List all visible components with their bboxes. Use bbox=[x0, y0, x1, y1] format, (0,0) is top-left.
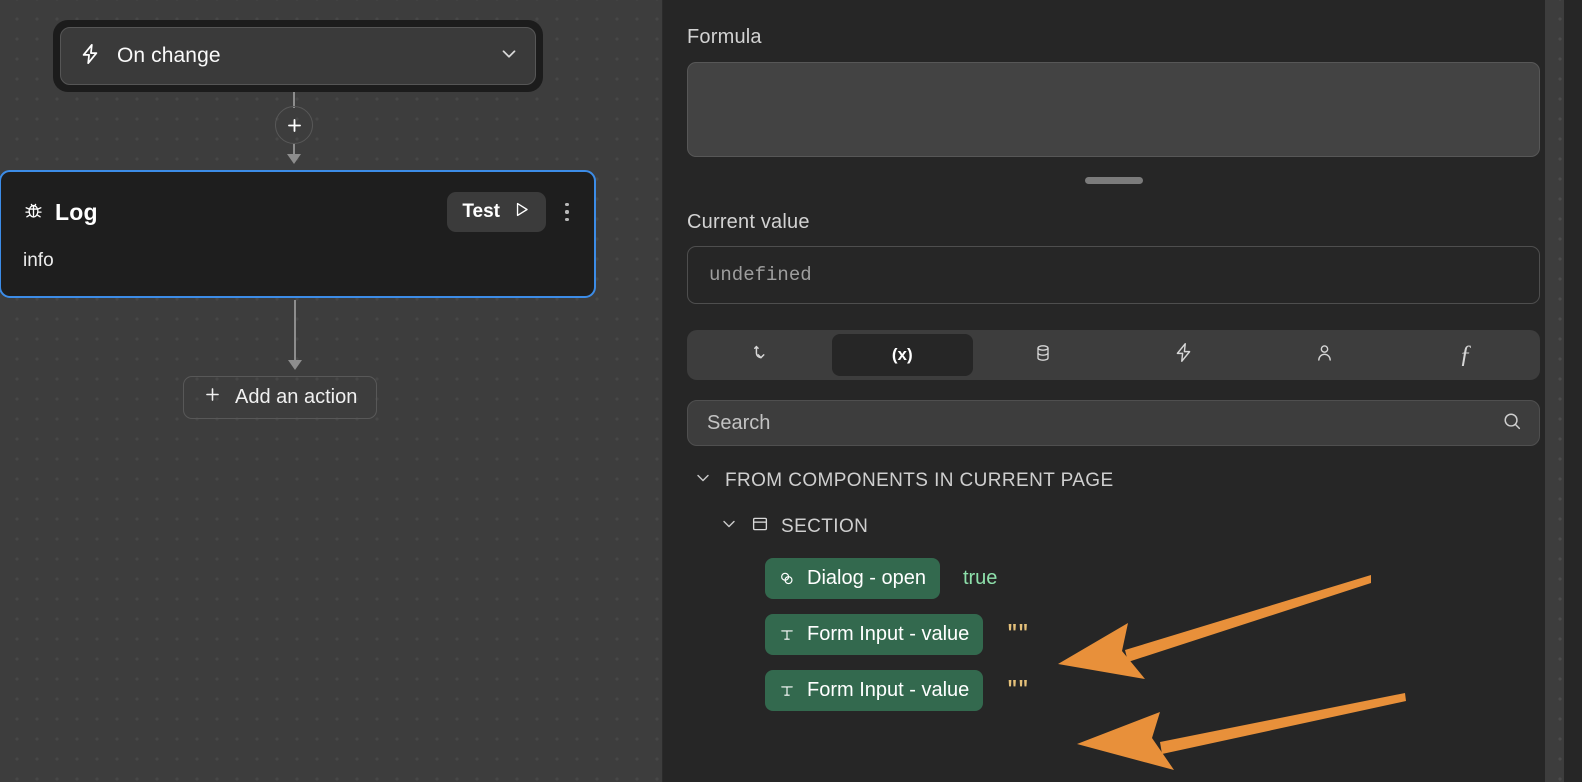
toggle-boolean-icon bbox=[778, 570, 796, 588]
add-an-action-label: Add an action bbox=[235, 386, 357, 409]
current-value-label: Current value bbox=[687, 211, 1540, 234]
database-icon bbox=[1033, 342, 1053, 369]
bug-icon bbox=[23, 199, 44, 225]
tree-item-form-input-value-2[interactable]: Form Input - value "" bbox=[687, 670, 1540, 711]
binding-panel: Formula Current value undefined (x) bbox=[663, 0, 1564, 782]
parens-x-icon: (x) bbox=[892, 345, 913, 365]
kebab-menu-icon[interactable] bbox=[556, 196, 578, 228]
chevron-down-icon[interactable] bbox=[693, 468, 713, 493]
trigger-label: On change bbox=[117, 44, 221, 68]
binding-value: "" bbox=[1006, 679, 1028, 702]
search-input[interactable] bbox=[707, 412, 1501, 435]
current-value-box: undefined bbox=[687, 246, 1540, 304]
bindings-tree: FROM COMPONENTS IN CURRENT PAGE SECTION bbox=[687, 468, 1540, 711]
binding-pill-label: Dialog - open bbox=[807, 567, 926, 590]
tab-cursor[interactable] bbox=[691, 334, 832, 376]
play-icon bbox=[512, 200, 531, 225]
tab-user[interactable] bbox=[1254, 334, 1395, 376]
binding-pill[interactable]: Form Input - value bbox=[765, 670, 983, 711]
test-button-label: Test bbox=[462, 201, 500, 223]
binding-value: true bbox=[963, 567, 997, 590]
connector-arrowhead-1 bbox=[287, 154, 301, 164]
binding-pill-label: Form Input - value bbox=[807, 623, 969, 646]
plus-icon bbox=[203, 385, 222, 410]
source-tabbar: (x) bbox=[687, 330, 1540, 380]
lightning-icon bbox=[79, 42, 101, 71]
trigger-node-inner[interactable]: On change bbox=[60, 27, 536, 85]
app-root: On change bbox=[0, 0, 1582, 782]
formula-input[interactable] bbox=[687, 62, 1540, 157]
tab-data[interactable] bbox=[973, 334, 1114, 376]
current-value-text: undefined bbox=[709, 264, 812, 286]
tree-group-label: FROM COMPONENTS IN CURRENT PAGE bbox=[725, 470, 1114, 492]
connector-line-3 bbox=[294, 300, 296, 362]
tree-item-form-input-value-1[interactable]: Form Input - value "" bbox=[687, 614, 1540, 655]
binding-pill[interactable]: Form Input - value bbox=[765, 614, 983, 655]
log-node-title: Log bbox=[55, 199, 98, 226]
text-type-icon bbox=[778, 682, 796, 700]
trigger-node[interactable]: On change bbox=[53, 20, 543, 92]
chevron-down-icon[interactable] bbox=[498, 43, 520, 70]
add-an-action-button[interactable]: Add an action bbox=[183, 376, 377, 419]
log-node-subtitle: info bbox=[23, 250, 578, 272]
workflow-canvas[interactable]: On change bbox=[0, 0, 663, 782]
cursor-pointer-icon bbox=[750, 342, 772, 369]
tab-events[interactable] bbox=[1113, 334, 1254, 376]
binding-pill-label: Form Input - value bbox=[807, 679, 969, 702]
binding-value: "" bbox=[1006, 623, 1028, 646]
function-f-icon: ƒ bbox=[1459, 341, 1472, 369]
tree-node-section[interactable]: SECTION bbox=[687, 514, 1540, 539]
panel-resize-handle[interactable] bbox=[1085, 177, 1143, 184]
log-node-header: Log Test bbox=[23, 192, 578, 232]
search-icon[interactable] bbox=[1501, 410, 1523, 437]
log-node-actions: Test bbox=[447, 192, 578, 232]
person-icon bbox=[1314, 342, 1335, 369]
log-action-node[interactable]: Log Test info bbox=[0, 170, 596, 298]
tab-functions[interactable]: ƒ bbox=[1395, 334, 1536, 376]
tree-item-dialog-open[interactable]: Dialog - open true bbox=[687, 558, 1540, 599]
connector-arrowhead-2 bbox=[288, 360, 302, 370]
test-button[interactable]: Test bbox=[447, 192, 546, 232]
tree-group-from-components[interactable]: FROM COMPONENTS IN CURRENT PAGE bbox=[687, 468, 1540, 493]
formula-label: Formula bbox=[687, 26, 1540, 49]
tab-variables[interactable]: (x) bbox=[832, 334, 973, 376]
panel-resize-handle-row bbox=[687, 177, 1540, 184]
canvas-edge-strip bbox=[1545, 0, 1564, 782]
search-box[interactable] bbox=[687, 400, 1540, 446]
add-step-button[interactable] bbox=[275, 106, 313, 144]
tree-node-section-label: SECTION bbox=[781, 516, 868, 538]
chevron-down-icon[interactable] bbox=[719, 514, 739, 539]
binding-pill[interactable]: Dialog - open bbox=[765, 558, 940, 599]
lightning-icon bbox=[1173, 341, 1194, 369]
section-layout-icon bbox=[751, 515, 769, 538]
text-type-icon bbox=[778, 626, 796, 644]
